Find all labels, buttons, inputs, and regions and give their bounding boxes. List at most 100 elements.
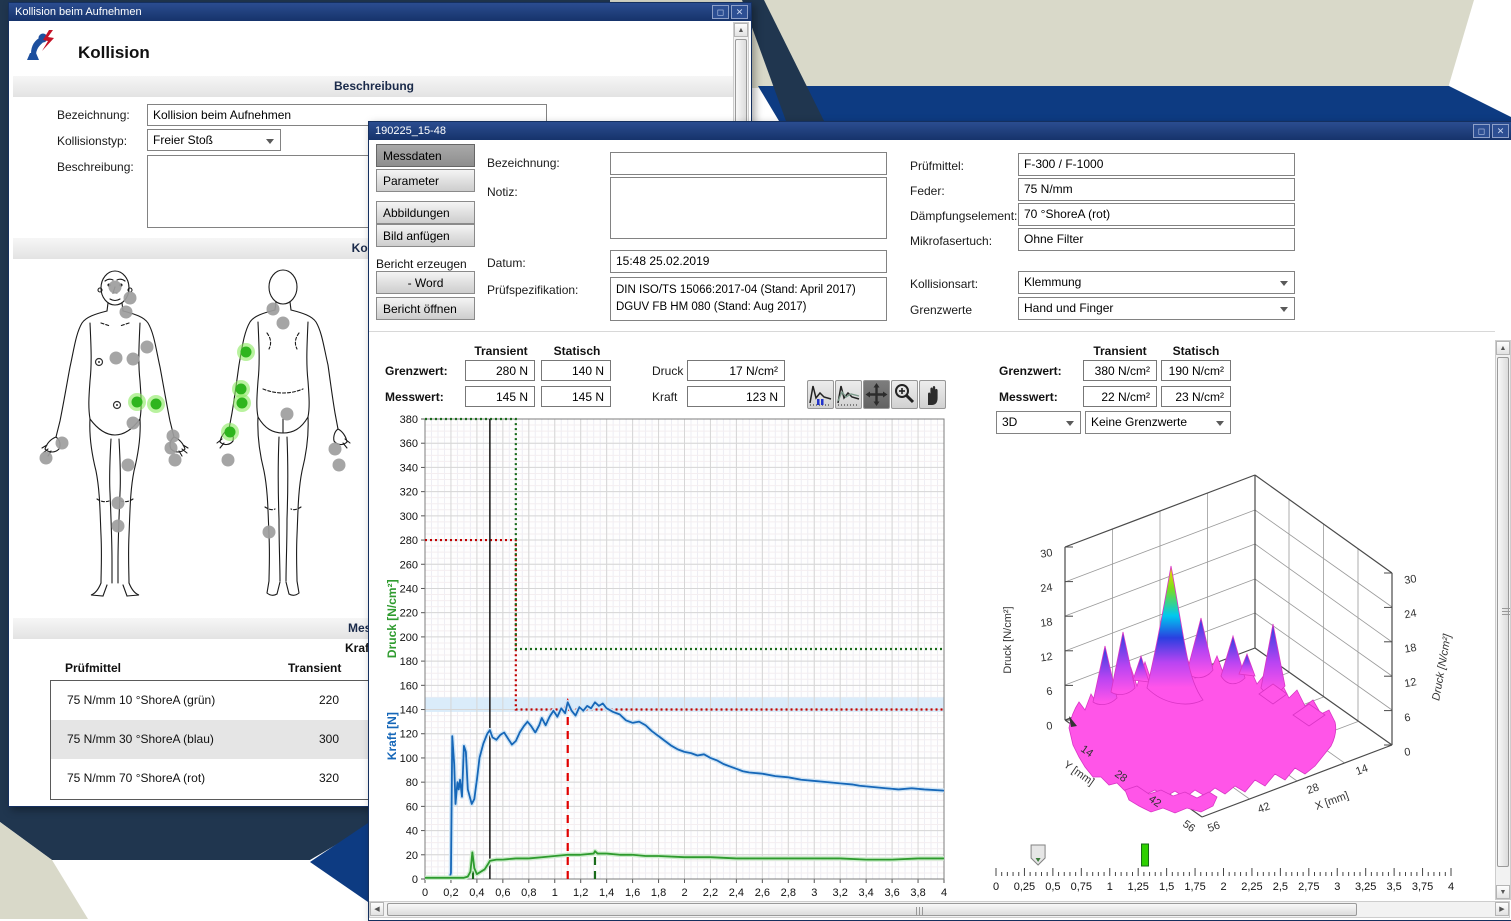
svg-text:1,4: 1,4 <box>599 887 614 899</box>
kollisionsart-select[interactable]: Klemmung <box>1018 271 1295 294</box>
druck-transient-header: Transient <box>1083 344 1157 358</box>
svg-text:1,25: 1,25 <box>1127 881 1148 893</box>
svg-text:2: 2 <box>1220 881 1226 893</box>
close-icon[interactable]: ✕ <box>731 5 748 19</box>
druck-grenzwert-transient: 380 N/cm² <box>1083 360 1157 381</box>
grenzwerte-select[interactable]: Hand und Finger <box>1018 297 1295 320</box>
svg-text:3,75: 3,75 <box>1412 881 1433 893</box>
scroll-left-icon[interactable]: ◀ <box>370 902 384 916</box>
svg-text:3,8: 3,8 <box>910 887 925 899</box>
svg-text:3,5: 3,5 <box>1386 881 1401 893</box>
svg-text:24: 24 <box>1040 582 1054 596</box>
svg-text:0,4: 0,4 <box>469 887 484 899</box>
scrollbar-thumb[interactable] <box>1497 357 1509 867</box>
view-mode-select[interactable]: 3D <box>996 411 1081 434</box>
svg-text:0: 0 <box>412 874 418 886</box>
m-bezeichnung-input[interactable] <box>610 152 887 175</box>
svg-text:18: 18 <box>1403 642 1417 656</box>
svg-text:3,6: 3,6 <box>884 887 899 899</box>
section-beschreibung: Beschreibung <box>13 76 735 97</box>
grenzwerte-label: Grenzwerte <box>910 303 972 317</box>
svg-text:0: 0 <box>993 881 999 893</box>
pruefspez-box[interactable]: DIN ISO/TS 15066:2017-04 (Stand: April 2… <box>610 277 887 321</box>
datum-label: Datum: <box>487 256 526 270</box>
pruefspez-line1: DIN ISO/TS 15066:2017-04 (Stand: April 2… <box>616 282 881 299</box>
svg-text:260: 260 <box>400 559 418 571</box>
druck-grenzwert-statisch: 190 N/cm² <box>1161 360 1231 381</box>
bezeichnung-label: Bezeichnung: <box>57 108 130 122</box>
pruefspez-label: Prüfspezifikation: <box>487 283 578 297</box>
svg-text:56: 56 <box>1206 819 1222 834</box>
svg-text:40: 40 <box>406 826 418 838</box>
mikrofasertuch-input[interactable]: Ohne Filter <box>1018 228 1295 251</box>
window-messung-titlebar[interactable]: 190225_15-48 ◻ ✕ <box>369 122 1511 140</box>
svg-text:0: 0 <box>1046 720 1054 733</box>
druck-messwert-transient: 22 N/cm² <box>1083 386 1157 407</box>
svg-text:380: 380 <box>400 414 418 426</box>
svg-text:3: 3 <box>811 887 817 899</box>
kraft-grenzwert-label: Grenzwert: <box>385 364 448 378</box>
window-messung-title: 190225_15-48 <box>375 125 446 137</box>
time-slider[interactable]: 00,250,50,7511,251,51,7522,252,52,7533,2… <box>974 842 1499 900</box>
window-kollision-title: Kollision beim Aufnehmen <box>15 6 142 18</box>
scrollbar-thumb[interactable] <box>387 903 1357 916</box>
kollisionstyp-select[interactable]: Freier Stoß <box>147 129 281 151</box>
daempfungselement-input[interactable]: 70 °ShoreA (rot) <box>1018 203 1295 226</box>
cell-pruefmittel: 75 N/mm 70 °ShoreA (rot) <box>67 771 205 785</box>
maximize-icon[interactable]: ◻ <box>712 5 729 19</box>
druck-value: 17 N/cm² <box>687 360 785 381</box>
maximize-icon[interactable]: ◻ <box>1473 124 1490 138</box>
bericht-word-button[interactable]: - Word <box>376 271 475 294</box>
cell-pruefmittel: 75 N/mm 30 °ShoreA (blau) <box>67 732 214 746</box>
nav-parameter-button[interactable]: Parameter <box>376 169 475 192</box>
slider-marker-green <box>1142 844 1149 866</box>
feder-input[interactable]: 75 N/mm <box>1018 178 1295 201</box>
svg-text:12: 12 <box>1040 651 1054 665</box>
svg-text:30: 30 <box>1040 547 1054 561</box>
scroll-up-icon[interactable]: ▲ <box>1496 341 1510 355</box>
close-icon[interactable]: ✕ <box>1492 124 1509 138</box>
cell-transient: 320 <box>299 771 359 785</box>
bericht-oeffnen-button[interactable]: Bericht öffnen <box>376 297 475 320</box>
svg-text:360: 360 <box>400 438 418 450</box>
svg-text:160: 160 <box>400 680 418 692</box>
druck-3d-surface-chart[interactable]: 061218243006121824301428425614284256Druc… <box>977 440 1497 840</box>
svg-text:3: 3 <box>1334 881 1340 893</box>
svg-text:2,25: 2,25 <box>1241 881 1262 893</box>
druck-label: Druck <box>652 364 683 378</box>
robot-arm-logo-icon <box>22 28 60 66</box>
svg-text:0,8: 0,8 <box>521 887 536 899</box>
grenzwerte-mode-select[interactable]: Keine Grenzwerte <box>1085 411 1231 434</box>
scroll-right-icon[interactable]: ▶ <box>1495 902 1509 916</box>
kollisionsart-label: Kollisionsart: <box>910 277 978 291</box>
column-header-pruefmittel: Prüfmittel <box>65 661 121 675</box>
svg-text:1,75: 1,75 <box>1184 881 1205 893</box>
window-kollision-titlebar[interactable]: Kollision beim Aufnehmen ◻ ✕ <box>9 3 751 21</box>
svg-text:0,75: 0,75 <box>1071 881 1092 893</box>
cell-transient: 220 <box>299 693 359 707</box>
scrollbar-vertical[interactable]: ▲ ▼ <box>1495 340 1511 900</box>
svg-text:28: 28 <box>1305 781 1321 796</box>
nav-messdaten-button[interactable]: Messdaten <box>376 144 475 167</box>
nav-abbildungen-button[interactable]: Abbildungen <box>376 201 475 224</box>
svg-text:3,2: 3,2 <box>833 887 848 899</box>
kollisionstyp-label: Kollisionstyp: <box>57 134 127 148</box>
scrollbar-horizontal[interactable]: ◀ ▶ <box>369 901 1510 918</box>
nav-bild-anfuegen-button[interactable]: Bild anfügen <box>376 224 475 247</box>
pruefmittel-input[interactable]: F-300 / F-1000 <box>1018 153 1295 176</box>
svg-text:1: 1 <box>552 887 558 899</box>
body-contact-map[interactable] <box>39 261 369 616</box>
cell-pruefmittel: 75 N/mm 10 °ShoreA (grün) <box>67 693 215 707</box>
datum-input[interactable]: 15:48 25.02.2019 <box>610 250 887 273</box>
scroll-up-icon[interactable]: ▲ <box>734 23 748 37</box>
notiz-textarea[interactable] <box>610 177 887 239</box>
svg-text:1,6: 1,6 <box>625 887 640 899</box>
kraft-grenzwert-statisch: 140 N <box>541 360 611 381</box>
scroll-down-icon[interactable]: ▼ <box>1496 885 1510 899</box>
svg-text:340: 340 <box>400 462 418 474</box>
page-heading: Kollision <box>78 43 150 63</box>
druck-messwert-label: Messwert: <box>999 390 1058 404</box>
slider-thumb <box>1031 845 1045 865</box>
kraft-druck-chart[interactable]: 00,20,40,60,811,21,41,61,822,22,42,62,83… <box>379 398 964 903</box>
svg-text:Druck [N/cm²]: Druck [N/cm²] <box>1430 632 1454 701</box>
